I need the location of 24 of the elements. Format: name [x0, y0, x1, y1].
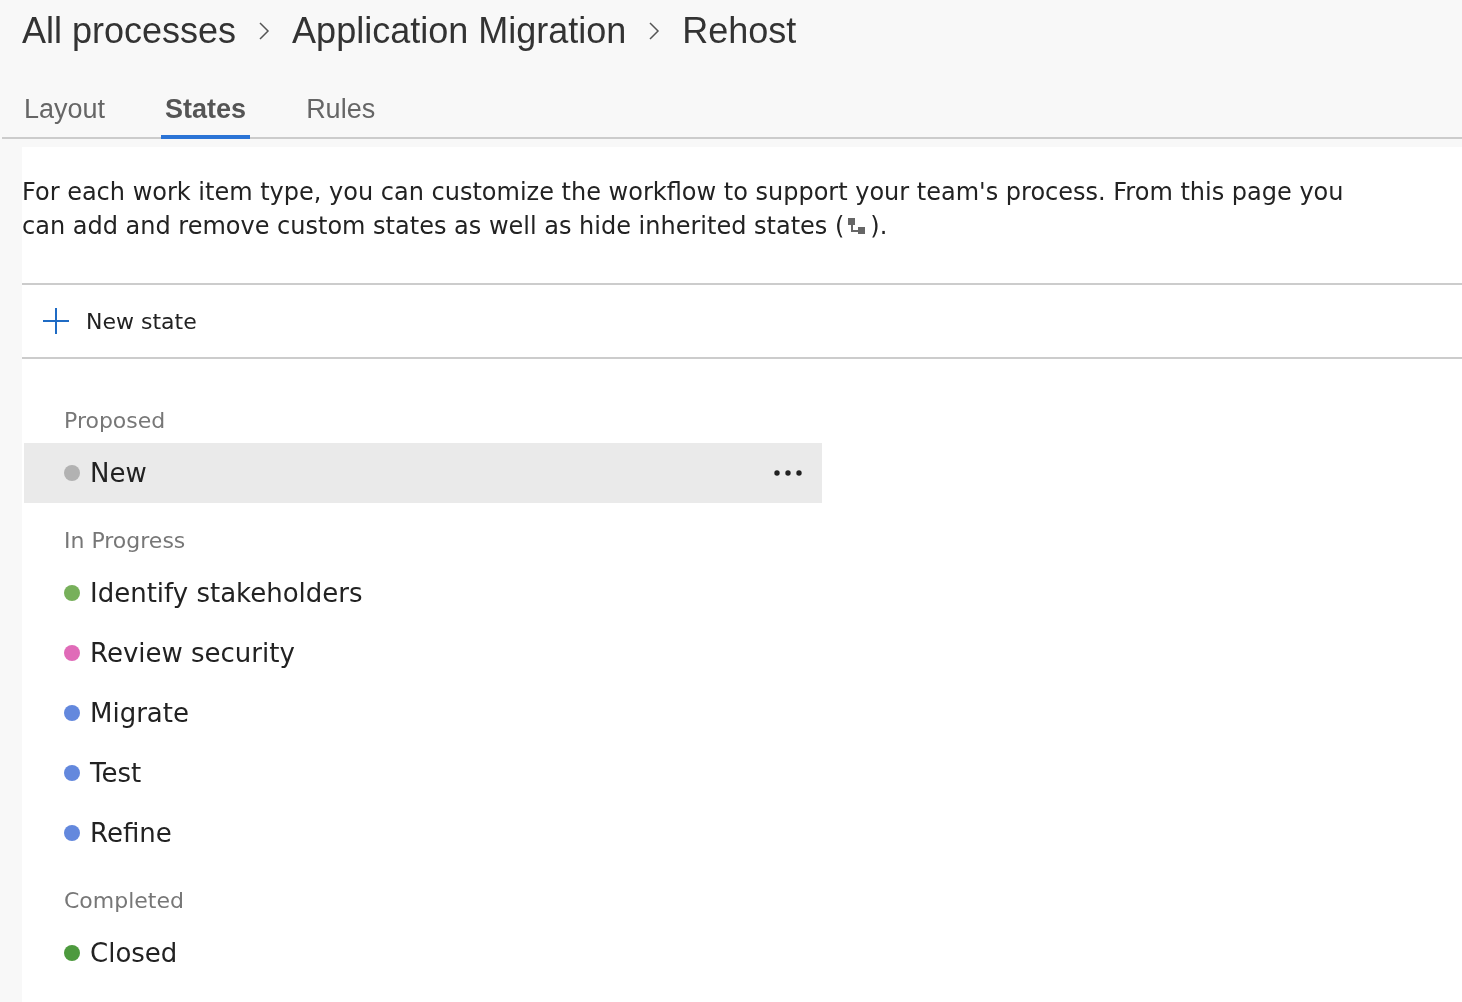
tab[interactable]: Layout — [20, 82, 110, 139]
state-row[interactable]: New — [24, 443, 822, 503]
state-row[interactable]: Migrate — [24, 683, 822, 743]
plus-icon — [42, 307, 70, 335]
new-state-button[interactable]: New state — [22, 303, 205, 339]
state-row[interactable]: Identify stakeholders — [24, 563, 822, 623]
state-row[interactable]: Closed — [24, 923, 822, 983]
more-icon[interactable] — [774, 470, 802, 476]
chevron-right-icon — [258, 21, 271, 41]
tab[interactable]: Rules — [302, 82, 380, 139]
state-row[interactable]: Review security — [24, 623, 822, 683]
group-header: Proposed — [64, 407, 166, 435]
group-header: In Progress — [64, 527, 186, 555]
state-row[interactable]: Refine — [24, 803, 822, 863]
breadcrumb-item[interactable]: All processes — [22, 10, 237, 52]
description-text: can add and remove custom states as well as hide inherited states ( — [22, 211, 845, 242]
state-row[interactable]: Test — [24, 743, 822, 803]
breadcrumb-item[interactable]: Application Migration — [292, 10, 627, 52]
description-text: For each work item type, you can customize the workflow to support your team's process. From this page you — [22, 177, 1345, 208]
description-text: ). — [870, 211, 888, 242]
chevron-right-icon — [648, 21, 661, 41]
tab[interactable]: States — [161, 82, 251, 139]
group-header: Completed — [64, 887, 184, 915]
breadcrumb-item[interactable]: Rehost — [682, 10, 797, 52]
